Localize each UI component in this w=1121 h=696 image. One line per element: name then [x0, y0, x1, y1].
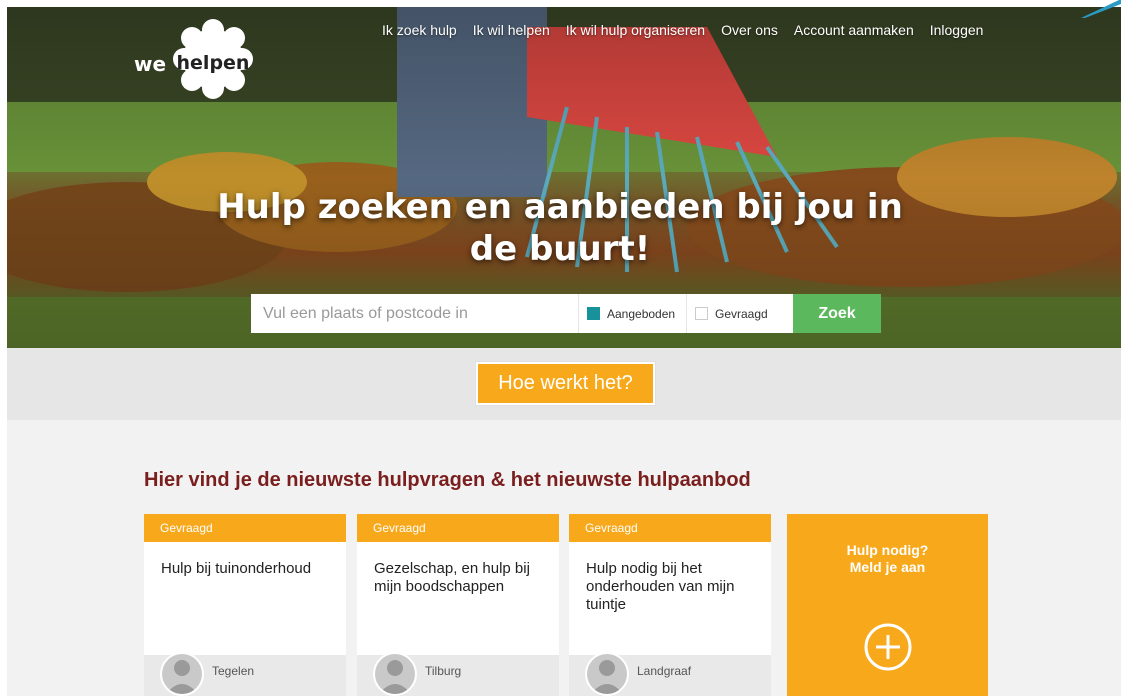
avatar: [160, 652, 204, 696]
search-button[interactable]: Zoek: [793, 294, 881, 333]
how-it-works-button[interactable]: Hoe werkt het?: [476, 362, 655, 405]
avatar: [585, 652, 629, 696]
checkbox-unchecked-icon[interactable]: [695, 307, 708, 320]
filter-gevraagd-label: Gevraagd: [715, 306, 768, 321]
filter-aangeboden-label: Aangeboden: [607, 306, 676, 321]
card-tag: Gevraagd: [357, 514, 559, 542]
card-title[interactable]: Hulp bij tuinonderhoud: [144, 542, 346, 578]
signup-cta-card[interactable]: Hulp nodig? Meld je aan: [787, 514, 988, 696]
nav-ik-zoek-hulp[interactable]: Ik zoek hulp: [374, 14, 465, 46]
page: we helpen Ik zoek hulp Ik wil helpen Ik …: [0, 0, 1121, 696]
nav-ik-wil-helpen[interactable]: Ik wil helpen: [465, 14, 558, 46]
card-tag: Gevraagd: [569, 514, 771, 542]
card-tag: Gevraagd: [144, 514, 346, 542]
plus-circle-icon[interactable]: [863, 622, 913, 672]
main-navigation: Ik zoek hulp Ik wil helpen Ik wil hulp o…: [374, 14, 991, 46]
section-title: Hier vind je de nieuwste hulpvragen & he…: [144, 469, 751, 491]
location-search-input[interactable]: [251, 294, 578, 333]
logo-name: helpen: [176, 52, 250, 74]
nav-ik-wil-hulp-organiseren[interactable]: Ik wil hulp organiseren: [558, 14, 713, 46]
nav-account-aanmaken[interactable]: Account aanmaken: [786, 14, 922, 46]
request-card[interactable]: Gevraagd Hulp bij tuinonderhoud Tegelen: [144, 514, 346, 696]
logo-prefix: we: [134, 52, 167, 76]
user-placeholder-icon: [375, 654, 415, 694]
filter-gevraagd[interactable]: Gevraagd: [686, 294, 793, 333]
hero-title: Hulp zoeken en aanbieden bij jou in de b…: [217, 187, 903, 269]
nav-over-ons[interactable]: Over ons: [713, 14, 786, 46]
request-card[interactable]: Gevraagd Hulp nodig bij het onderhouden …: [569, 514, 771, 696]
nav-inloggen[interactable]: Inloggen: [922, 14, 992, 46]
user-placeholder-icon: [162, 654, 202, 694]
avatar: [373, 652, 417, 696]
filter-aangeboden[interactable]: Aangeboden: [578, 294, 686, 333]
card-place: Tegelen: [212, 664, 255, 678]
cta-line-2: Meld je aan: [849, 559, 926, 575]
corner-arrow-icon: [1081, 0, 1121, 18]
logo[interactable]: we helpen: [134, 14, 264, 108]
card-title[interactable]: Hulp nodig bij het onderhouden van mijn …: [569, 542, 771, 614]
request-card[interactable]: Gevraagd Gezelschap, en hulp bij mijn bo…: [357, 514, 559, 696]
card-place: Landgraaf: [637, 664, 692, 678]
card-place: Tilburg: [425, 664, 462, 678]
cta-line-1: Hulp nodig?: [846, 542, 929, 558]
user-placeholder-icon: [587, 654, 627, 694]
card-title[interactable]: Gezelschap, en hulp bij mijn boodschappe…: [357, 542, 559, 596]
checkbox-checked-icon[interactable]: [587, 307, 600, 320]
search-bar: Aangeboden Gevraagd Zoek: [251, 294, 881, 333]
cta-text[interactable]: Hulp nodig? Meld je aan: [787, 542, 988, 576]
